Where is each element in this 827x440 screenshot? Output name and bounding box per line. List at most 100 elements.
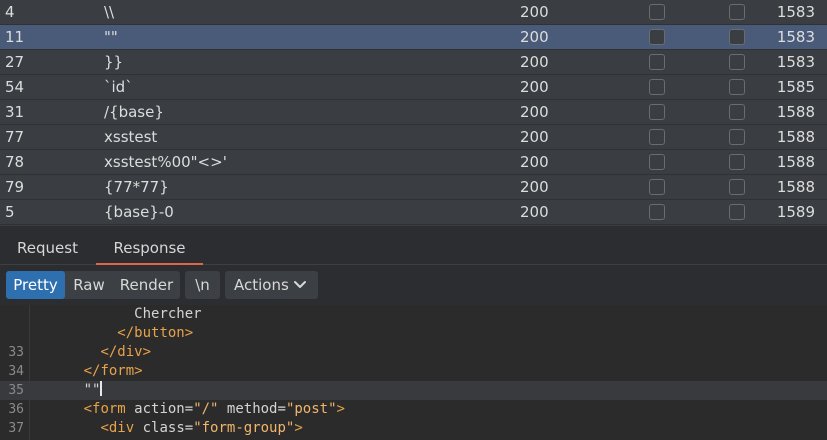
message-tabs: Request Response [0, 226, 827, 265]
code-line: Chercher [0, 305, 827, 324]
timeout-checkbox[interactable] [729, 29, 745, 45]
code-token: button [134, 325, 185, 341]
code-text: </button> [33, 324, 193, 343]
response-length: 1588 [776, 153, 815, 171]
table-row[interactable]: 31 /{base} 200 1588 [0, 100, 827, 125]
request-number: 54 [5, 78, 25, 96]
actions-button[interactable]: Actions [225, 271, 318, 299]
timeout-checkbox[interactable] [729, 104, 745, 120]
timeout-checkbox[interactable] [729, 179, 745, 195]
status-code: 200 [520, 128, 549, 146]
code-token: < [100, 420, 109, 436]
table-row[interactable]: 77 xsstest 200 1588 [0, 125, 827, 150]
code-token: < [83, 401, 93, 417]
table-row[interactable]: 27}} 200 1583 [0, 50, 827, 75]
response-length: 1585 [776, 78, 815, 96]
timeout-checkbox[interactable] [729, 79, 745, 95]
render-button[interactable]: Render [113, 271, 180, 299]
response-length: 1588 [776, 178, 815, 196]
code-token: = [184, 401, 194, 417]
response-length: 1589 [776, 203, 815, 221]
timeout-checkbox[interactable] [729, 54, 745, 70]
request-number: 31 [5, 103, 25, 121]
code-token: form [92, 401, 126, 417]
request-number: 79 [5, 178, 25, 196]
code-line: 35 "" [0, 381, 827, 400]
code-text: </div> [33, 343, 151, 362]
code-line: 33 </div> [0, 343, 827, 362]
code-text: "" [33, 381, 103, 400]
code-token: </ [100, 344, 118, 360]
code-token: div [108, 420, 135, 436]
timeout-checkbox[interactable] [729, 204, 745, 220]
error-checkbox[interactable] [649, 29, 665, 45]
error-checkbox[interactable] [649, 129, 665, 145]
tab-response[interactable]: Response [96, 226, 203, 265]
status-code: 200 [520, 78, 549, 96]
error-checkbox[interactable] [649, 79, 665, 95]
table-row[interactable]: 11 "" 200 1583 [0, 25, 827, 50]
code-token: > [134, 363, 143, 379]
error-checkbox[interactable] [649, 104, 665, 120]
line-number: 34 [8, 364, 24, 379]
line-number: 36 [8, 402, 24, 417]
code-token: method [218, 401, 278, 417]
show-newlines-button[interactable]: \n [185, 271, 220, 299]
table-row[interactable]: 5 {base}-0 200 1589 [0, 200, 827, 225]
code-token: = [184, 420, 194, 436]
pretty-button[interactable]: Pretty [6, 271, 65, 299]
error-checkbox[interactable] [649, 154, 665, 170]
status-code: 200 [520, 203, 549, 221]
response-length: 1583 [776, 28, 815, 46]
code-token: Chercher [134, 306, 202, 322]
table-row[interactable]: 54 `id` 200 1585 [0, 75, 827, 100]
code-token: action [125, 401, 185, 417]
timeout-checkbox[interactable] [729, 4, 745, 20]
table-row[interactable]: 79 {77*77} 200 1588 [0, 175, 827, 200]
payload-cell: xsstest [104, 128, 158, 146]
text-cursor [100, 381, 103, 396]
request-number: 78 [5, 153, 25, 171]
error-checkbox[interactable] [649, 54, 665, 70]
line-number: 37 [8, 421, 24, 436]
error-checkbox[interactable] [649, 204, 665, 220]
request-number: 11 [5, 28, 25, 46]
error-checkbox[interactable] [649, 179, 665, 195]
timeout-checkbox[interactable] [729, 129, 745, 145]
chevron-down-icon [294, 281, 306, 288]
code-token: form [100, 363, 135, 379]
payload-cell: `id` [104, 78, 133, 96]
table-row[interactable]: 4 \\ 200 1583 [0, 0, 827, 25]
status-code: 200 [520, 153, 549, 171]
tab-request[interactable]: Request [0, 226, 95, 264]
status-code: 200 [520, 3, 549, 21]
payload-cell: "" [104, 28, 118, 46]
code-token: > [142, 344, 152, 360]
code-text: Chercher [33, 305, 202, 324]
table-row[interactable]: 78 xsstest%00"<>' 200 1588 [0, 150, 827, 175]
payload-cell: {77*77} [104, 178, 169, 196]
payload-cell: {base}-0 [104, 203, 174, 221]
payload-cell: /{base} [104, 103, 164, 121]
error-checkbox[interactable] [649, 4, 665, 20]
response-length: 1583 [776, 53, 815, 71]
code-token: </ [117, 325, 135, 341]
request-number: 5 [5, 203, 15, 221]
code-token: </ [83, 363, 101, 379]
code-token: = [277, 401, 286, 417]
code-token: "/" [193, 401, 219, 417]
timeout-checkbox[interactable] [729, 154, 745, 170]
payload-cell: \\ [104, 3, 115, 21]
code-line: </button> [0, 324, 827, 343]
payload-cell: xsstest%00"<>' [104, 153, 227, 171]
raw-button[interactable]: Raw [66, 271, 112, 299]
request-number: 77 [5, 128, 25, 146]
status-code: 200 [520, 53, 549, 71]
response-editor[interactable]: Chercher </button> 33 </div> 34 </form> 35 … [0, 305, 827, 440]
line-number: 35 [8, 383, 24, 398]
